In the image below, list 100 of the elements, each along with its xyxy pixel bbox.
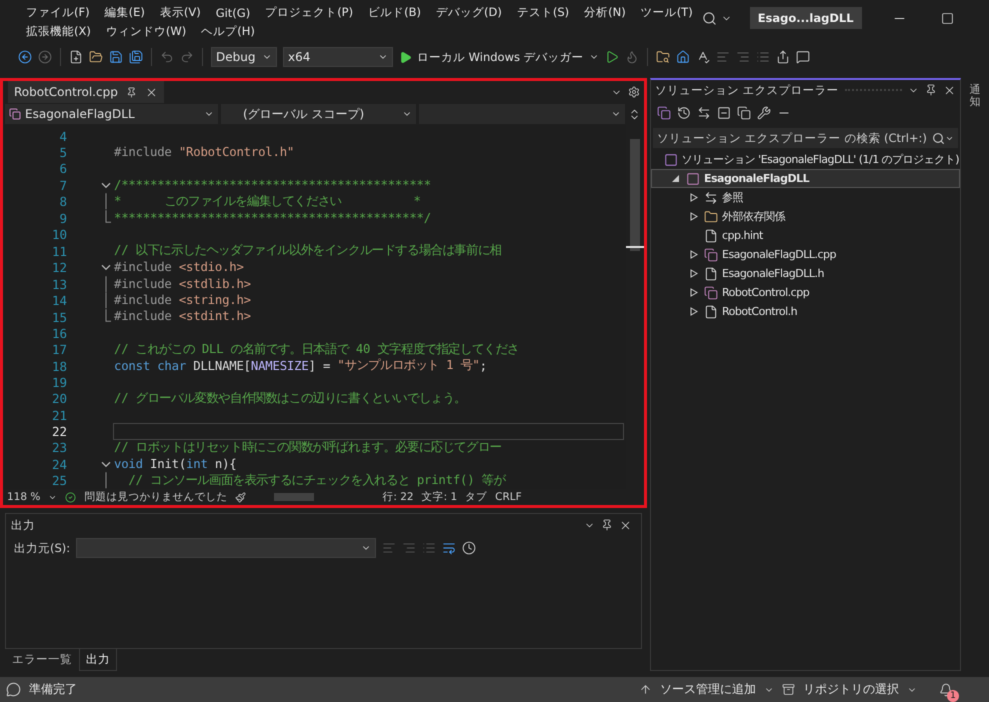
save-all-icon[interactable] (129, 50, 143, 64)
tree-item[interactable]: RobotControl.cpp (651, 283, 960, 302)
search-icon[interactable] (702, 10, 717, 26)
tree-item[interactable]: ソリューション 'EsagonaleFlagDLL' (1/1 のプロジェクト) (651, 150, 960, 169)
forward-icon[interactable] (38, 50, 52, 64)
clock-icon[interactable] (462, 541, 476, 555)
repository-icon[interactable] (782, 683, 795, 696)
document-tab[interactable]: RobotControl.cpp (8, 81, 164, 103)
collapsed-icon[interactable] (690, 250, 698, 259)
menu-item[interactable]: テスト(S) (510, 5, 578, 20)
align-right-icon[interactable] (736, 50, 750, 64)
save-icon[interactable] (109, 50, 123, 64)
source-control-button[interactable]: ソース管理に追加 (660, 681, 756, 698)
folder-search-icon[interactable] (656, 50, 670, 64)
sync-icon[interactable] (697, 106, 711, 120)
menu-item[interactable]: ウィンドウ(W) (100, 24, 196, 39)
line-number: 21 (50, 408, 67, 423)
code-line: #include <stdio.h> (113, 259, 245, 276)
line-number: 4 (58, 128, 67, 144)
line-number: 23 (50, 440, 67, 456)
search-field[interactable]: ソリューション エクスプローラー の検索 (Ctrl+:) (653, 128, 958, 148)
tree-item[interactable]: 外部依存関係 (651, 207, 960, 226)
notifications-side-tab[interactable]: 通知 (970, 84, 980, 108)
platform-dropdown[interactable]: x64 (283, 47, 393, 67)
tree-item[interactable]: RobotControl.h (651, 302, 960, 321)
wrench-icon[interactable] (757, 106, 771, 120)
line-number: 12 (50, 260, 67, 275)
line-number: 18 (50, 358, 67, 374)
maximize-icon[interactable] (941, 12, 954, 24)
panel-tab[interactable]: エラー一覧 (5, 649, 79, 671)
indent-mode[interactable]: タブ (465, 490, 488, 504)
collapsed-icon[interactable] (690, 193, 698, 202)
panel-title: 出力 (11, 518, 35, 532)
word-wrap-icon[interactable] (442, 541, 456, 555)
collapsed-icon[interactable] (690, 212, 698, 221)
run-debugger-button[interactable]: ローカル Windows デバッガー (399, 50, 599, 64)
new-item-icon[interactable] (69, 50, 83, 64)
tree-item[interactable]: cpp.hint (651, 226, 960, 245)
menu-item[interactable]: ヘルプ(H) (195, 24, 264, 39)
tree-item[interactable]: EsagonaleFlagDLL.cpp (651, 245, 960, 264)
feedback-icon[interactable] (796, 50, 810, 64)
panel-title: ソリューション エクスプローラー (655, 82, 839, 98)
line-number: 13 (50, 276, 67, 292)
align-left-icon[interactable] (716, 50, 730, 64)
folder-icon (704, 210, 718, 224)
flame-icon[interactable] (624, 50, 639, 64)
cpp-project-icon (9, 108, 21, 120)
brush-icon[interactable] (235, 492, 246, 502)
menu-item[interactable]: ビルド(B) (362, 5, 430, 20)
bell-icon[interactable] (939, 682, 953, 696)
line-ending[interactable]: CRLF (495, 491, 522, 503)
menu-item[interactable]: 分析(N) (578, 5, 635, 20)
settings-icon[interactable] (628, 86, 640, 98)
tree-item[interactable]: EsagonaleFlagDLL.h (651, 264, 960, 283)
house-icon[interactable] (676, 50, 690, 64)
panel-tab[interactable]: 出力 (79, 649, 117, 671)
menu-item[interactable]: Git(G) (210, 6, 260, 20)
menu-item[interactable]: ファイル(F) (20, 5, 99, 20)
menu-item[interactable]: 拡張機能(X) (20, 24, 100, 39)
solution-view-icon[interactable] (657, 106, 671, 120)
redo-icon[interactable] (180, 50, 194, 64)
pin-icon[interactable] (925, 84, 937, 96)
undo-icon[interactable] (160, 50, 174, 64)
line-number: 11 (50, 244, 67, 259)
cpp-project-icon (686, 172, 700, 186)
collapsed-icon[interactable] (690, 269, 698, 278)
folder-open-icon[interactable] (89, 50, 103, 64)
repository-button[interactable]: リポジトリの選択 (803, 681, 899, 698)
issues-status[interactable]: 問題は見つかりませんでした (84, 490, 228, 504)
scope-dropdown[interactable]: (グローバル スコープ) (221, 104, 416, 124)
menu-item[interactable]: プロジェクト(P) (259, 5, 362, 20)
menu-item[interactable]: デバッグ(D) (430, 5, 511, 20)
code-line: #include "RobotControl.h" (113, 144, 296, 161)
line-number: 22 (50, 424, 67, 439)
pin-icon[interactable] (601, 518, 613, 532)
copy-icon[interactable] (737, 106, 751, 120)
pin-icon[interactable] (126, 86, 137, 98)
menu-item[interactable]: 編集(E) (98, 5, 154, 20)
menu-item[interactable]: ツール(T) (634, 5, 702, 20)
project-dropdown[interactable]: EsagonaleFlagDLL (5, 104, 218, 124)
line-number: 9 (58, 210, 67, 226)
back-icon[interactable] (18, 50, 32, 64)
configuration-dropdown[interactable]: Debug (211, 47, 277, 67)
tree-item[interactable]: EsagonaleFlagDLL (651, 169, 960, 188)
file-icon (704, 228, 718, 242)
share-icon[interactable] (776, 50, 790, 64)
zoom-level[interactable]: 118 % (7, 491, 40, 503)
column-position: 文字: 1 (422, 490, 458, 504)
collapsed-icon[interactable] (690, 307, 698, 316)
history-icon[interactable] (677, 106, 691, 120)
menu-item[interactable]: 表示(V) (154, 5, 210, 20)
play-icon[interactable] (604, 50, 619, 64)
tree-item[interactable]: 参照 (651, 188, 960, 207)
collapse-all-icon[interactable] (717, 106, 731, 120)
line-number: 7 (58, 178, 67, 193)
line-number: 6 (58, 161, 67, 176)
collapsed-icon[interactable] (690, 288, 698, 297)
expanded-icon[interactable] (672, 174, 680, 183)
arrow-up-icon[interactable] (639, 683, 652, 696)
line-number: 25 (50, 473, 67, 488)
